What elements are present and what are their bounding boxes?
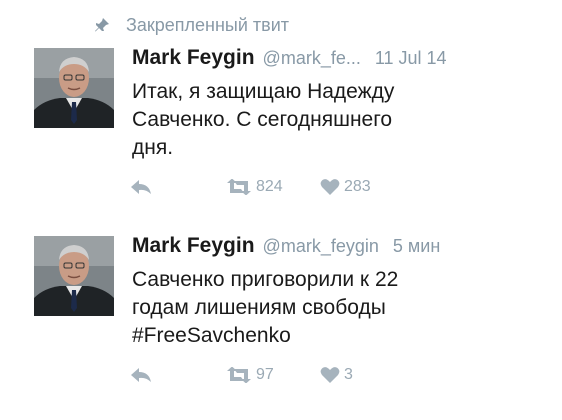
like-count: 283	[344, 178, 371, 195]
reply-button[interactable]	[130, 367, 226, 383]
retweet-icon	[226, 179, 252, 195]
retweet-icon	[226, 367, 252, 383]
tweet-2[interactable]: Mark Feygin @mark_feygin 5 мин Савченко …	[0, 234, 562, 394]
tweet-timestamp[interactable]: 11 Jul 14	[375, 48, 447, 69]
tweet-text-line: Савченко. С сегодняшнего	[132, 108, 393, 131]
author-name[interactable]: Mark Feygin	[132, 46, 255, 70]
pinned-label-text: Закрепленный твит	[126, 14, 290, 35]
reply-icon	[130, 367, 152, 383]
retweet-count: 97	[256, 366, 274, 383]
tweet-text: Савченко приговорили к 22 годам лишениям…	[132, 266, 542, 350]
tweet-text: Итак, я защищаю Надежду Савченко. С сего…	[132, 78, 542, 162]
retweet-button[interactable]: 97	[226, 366, 320, 384]
reply-icon	[130, 179, 152, 195]
avatar[interactable]	[34, 48, 114, 128]
heart-icon	[320, 366, 340, 384]
like-count: 3	[344, 366, 353, 383]
pinned-tweet-label: Закрепленный твит	[92, 10, 289, 40]
heart-icon	[320, 178, 340, 196]
retweet-count: 824	[256, 178, 283, 195]
tweet-actions: 824 283	[130, 176, 371, 198]
reply-button[interactable]	[130, 179, 226, 195]
like-button[interactable]: 283	[320, 178, 371, 196]
pin-icon	[92, 15, 112, 35]
tweet-actions: 97 3	[130, 364, 353, 386]
retweet-button[interactable]: 824	[226, 178, 320, 196]
tweet-1[interactable]: Mark Feygin @mark_fe... 11 Jul 14 Итак, …	[0, 46, 562, 206]
tweet-header: Mark Feygin @mark_feygin 5 мин	[132, 234, 440, 260]
tweet-text-line: годам лишениям свободы	[132, 296, 386, 319]
author-handle[interactable]: @mark_feygin	[263, 236, 379, 257]
hashtag-link[interactable]: #FreeSavchenko	[132, 322, 542, 350]
tweet-timestamp[interactable]: 5 мин	[393, 236, 440, 257]
tweet-text-line: дня.	[132, 136, 174, 159]
author-name[interactable]: Mark Feygin	[132, 234, 255, 258]
avatar[interactable]	[34, 236, 114, 316]
tweet-text-line: Савченко приговорили к 22	[132, 268, 399, 291]
tweet-header: Mark Feygin @mark_fe... 11 Jul 14	[132, 46, 447, 72]
like-button[interactable]: 3	[320, 366, 353, 384]
author-handle[interactable]: @mark_fe...	[263, 48, 361, 69]
tweet-text-line: Итак, я защищаю Надежду	[132, 80, 395, 103]
